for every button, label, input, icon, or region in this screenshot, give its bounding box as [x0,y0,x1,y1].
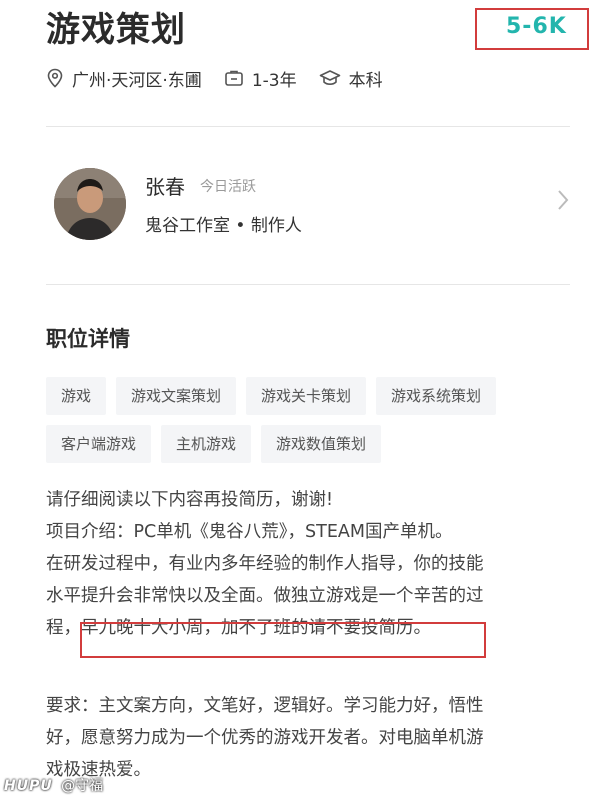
job-tag[interactable]: 游戏 [46,377,107,415]
job-tag[interactable]: 游戏关卡策划 [246,377,367,415]
job-tags: 游戏 游戏文案策划 游戏关卡策划 游戏系统策划 客户端游戏 主机游戏 游戏数值策… [46,377,576,473]
job-experience: 1-3年 [224,66,297,91]
requirement-line: 好，愿意努力成为一个优秀的游戏开发者。对电脑单机游 [46,728,484,748]
recruiter-active-status: 今日活跃 [200,179,256,195]
description-line: 项目介绍：PC单机《鬼谷八荒》，STEAM国产单机。 [46,522,453,542]
section-title-job-details: 职位详情 [46,327,130,351]
job-education: 本科 [319,66,383,91]
job-requirements: 要求：主文案方向，文笔好，逻辑好。学习能力好，悟性 好，愿意努力成为一个优秀的游… [46,690,574,786]
job-tag[interactable]: 游戏数值策划 [261,425,382,463]
description-line: 在研发过程中，有业内多年经验的制作人指导，你的技能 [46,554,484,574]
watermark-user: @守福 [61,778,104,794]
divider [46,126,570,127]
work-hours-highlight-box [80,622,486,658]
job-meta-row: 广州·天河区·东圃 1-3年 本科 [46,64,405,92]
recruiter-name[interactable]: 张春 [145,172,185,202]
requirement-line: 戏极速热爱。 [46,760,151,780]
job-tag[interactable]: 主机游戏 [161,425,252,463]
job-location-text: 广州·天河区·东圃 [72,70,202,91]
job-tag[interactable]: 游戏文案策划 [116,377,237,415]
salary: 5-6K [506,14,567,39]
requirement-line: 要求：主文案方向，文笔好，逻辑好。学习能力好，悟性 [46,696,484,716]
person-photo-icon [54,168,126,240]
watermark: HUPU @守福 [4,776,103,796]
job-location: 广州·天河区·东圃 [46,66,202,91]
briefcase-icon [225,70,243,86]
tag-row: 客户端游戏 主机游戏 游戏数值策划 [46,425,576,463]
description-line: 请仔细阅读以下内容再投简历，谢谢! [46,490,334,510]
job-education-text: 本科 [348,70,383,91]
recruiter-company-role: 鬼谷工作室 • 制作人 [145,216,302,236]
watermark-brand: HUPU [4,778,53,794]
recruiter-avatar[interactable] [54,168,126,240]
job-title: 游戏策划 [46,10,186,50]
job-experience-text: 1-3年 [251,70,297,91]
location-pin-icon [47,68,63,88]
job-description: 请仔细阅读以下内容再投简历，谢谢! 项目介绍：PC单机《鬼谷八荒》，STEAM国… [46,484,574,644]
job-tag[interactable]: 客户端游戏 [46,425,152,463]
job-tag[interactable]: 游戏系统策划 [376,377,497,415]
graduation-cap-icon [319,70,340,86]
divider [46,284,570,285]
tag-row: 游戏 游戏文案策划 游戏关卡策划 游戏系统策划 [46,377,576,415]
description-line: 水平提升会非常快以及全面。做独立游戏是一个辛苦的过 [46,586,484,606]
chevron-right-icon[interactable] [556,188,570,212]
